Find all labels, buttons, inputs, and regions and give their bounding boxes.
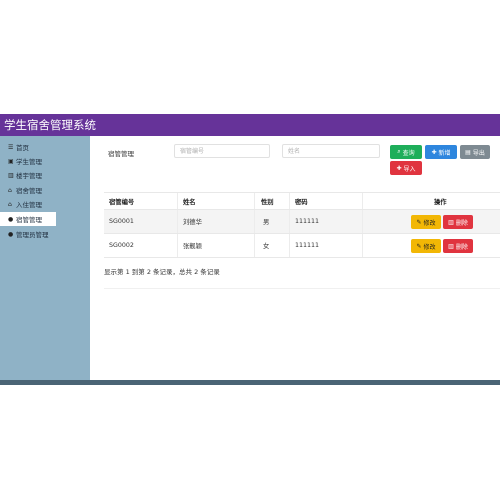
manager-name-cell: 刘德华 <box>183 219 202 226</box>
delete-button[interactable]: ▥ 删除 <box>443 215 473 229</box>
manager-id-cell: SG0001 <box>109 218 134 225</box>
search-icon: ⌕ <box>397 148 401 155</box>
manager-id-input[interactable] <box>174 144 270 158</box>
export-button[interactable]: ▤ 导出 <box>460 145 490 159</box>
sidebar-item-students[interactable]: ▣ 学生管理 <box>0 154 56 168</box>
sidebar: ☰ 首页 ▣ 学生管理 ▥ 楼宇管理 ⌂ 宿舍管理 ⌂ 入住管理 ● 宿管管理 … <box>0 136 90 384</box>
name-input[interactable] <box>282 144 380 158</box>
delete-button-label: 删除 <box>455 219 468 227</box>
sidebar-item-label: 宿管管理 <box>16 216 42 224</box>
sidebar-item-label: 楼宇管理 <box>16 172 42 180</box>
sidebar-item-dorm-managers[interactable]: ● 宿管管理 <box>0 212 56 226</box>
gender-cell: 男 <box>263 219 270 226</box>
building-icon: ▥ <box>8 171 14 179</box>
user-icon: ● <box>8 215 14 223</box>
app-header: 学生宿舍管理系统 <box>0 114 500 136</box>
search-button[interactable]: ⌕ 查询 <box>390 145 422 159</box>
edit-button[interactable]: ✎ 修改 <box>411 215 441 229</box>
pencil-icon: ✎ <box>416 242 422 250</box>
home-icon: ⌂ <box>8 186 12 194</box>
sidebar-item-label: 入住管理 <box>16 201 42 209</box>
pencil-icon: ✎ <box>416 218 422 226</box>
pagination-summary: 显示第 1 到第 2 条记录，总共 2 条记录 <box>104 268 220 276</box>
user-icon: ● <box>8 230 14 238</box>
export-icon: ▤ <box>465 148 471 156</box>
sidebar-item-label: 宿舍管理 <box>16 187 42 195</box>
sidebar-item-home[interactable]: ☰ 首页 <box>0 140 56 154</box>
footer-bar <box>0 380 500 385</box>
divider <box>104 288 500 289</box>
managers-table: 宿管编号 姓名 性别 密码 操作 SG0001 刘德华 男 111111 ✎ 修… <box>104 192 500 258</box>
import-button-label: 导入 <box>403 165 416 173</box>
sidebar-item-checkin[interactable]: ⌂ 入住管理 <box>0 197 56 211</box>
password-cell: 111111 <box>295 218 320 225</box>
add-user-icon: ✚ <box>431 148 437 156</box>
sidebar-item-dorms[interactable]: ⌂ 宿舍管理 <box>0 183 56 197</box>
list-icon: ☰ <box>8 143 14 151</box>
column-header: 性别 <box>261 198 274 206</box>
edit-button[interactable]: ✎ 修改 <box>411 239 441 253</box>
sidebar-item-label: 首页 <box>16 144 29 152</box>
column-header: 密码 <box>295 198 308 206</box>
sidebar-item-admins[interactable]: ● 管理员管理 <box>0 227 56 241</box>
manager-name-cell: 张靓颖 <box>183 243 202 250</box>
sidebar-item-buildings[interactable]: ▥ 楼宇管理 <box>0 168 56 182</box>
password-cell: 111111 <box>295 242 320 249</box>
import-button[interactable]: ✚ 导入 <box>390 161 422 175</box>
column-header: 姓名 <box>183 198 196 206</box>
import-user-icon: ✚ <box>396 164 402 172</box>
table-row: SG0001 刘德华 男 111111 ✎ 修改 ▥ 删除 <box>104 210 500 234</box>
home-icon: ⌂ <box>8 200 12 208</box>
add-button-label: 新增 <box>438 149 451 157</box>
delete-button[interactable]: ▥ 删除 <box>443 239 473 253</box>
edit-button-label: 修改 <box>423 219 436 227</box>
manager-id-cell: SG0002 <box>109 242 134 249</box>
app-window: 学生宿舍管理系统 ☰ 首页 ▣ 学生管理 ▥ 楼宇管理 ⌂ 宿舍管理 ⌂ 入住管… <box>0 114 500 384</box>
app-title: 学生宿舍管理系统 <box>4 118 96 132</box>
delete-button-label: 删除 <box>455 243 468 251</box>
table-row: SG0002 张靓颖 女 111111 ✎ 修改 ▥ 删除 <box>104 234 500 258</box>
add-button[interactable]: ✚ 新增 <box>425 145 457 159</box>
sidebar-item-label: 管理员管理 <box>16 231 49 239</box>
column-header: 宿管编号 <box>109 198 135 206</box>
export-button-label: 导出 <box>472 149 485 157</box>
filter-label: 宿管管理 <box>108 150 134 158</box>
main-content: 宿管管理 ⌕ 查询 ✚ 新增 ▤ 导出 ✚ 导入 宿管编号 姓名 性别 密码 操… <box>90 136 500 384</box>
search-button-label: 查询 <box>402 149 415 157</box>
edit-button-label: 修改 <box>423 243 436 251</box>
trash-icon: ▥ <box>448 242 454 250</box>
student-card-icon: ▣ <box>8 157 14 165</box>
sidebar-item-label: 学生管理 <box>16 158 42 166</box>
trash-icon: ▥ <box>448 218 454 226</box>
table-header-row: 宿管编号 姓名 性别 密码 操作 <box>104 193 500 210</box>
gender-cell: 女 <box>263 243 270 250</box>
column-header: 操作 <box>434 198 447 206</box>
